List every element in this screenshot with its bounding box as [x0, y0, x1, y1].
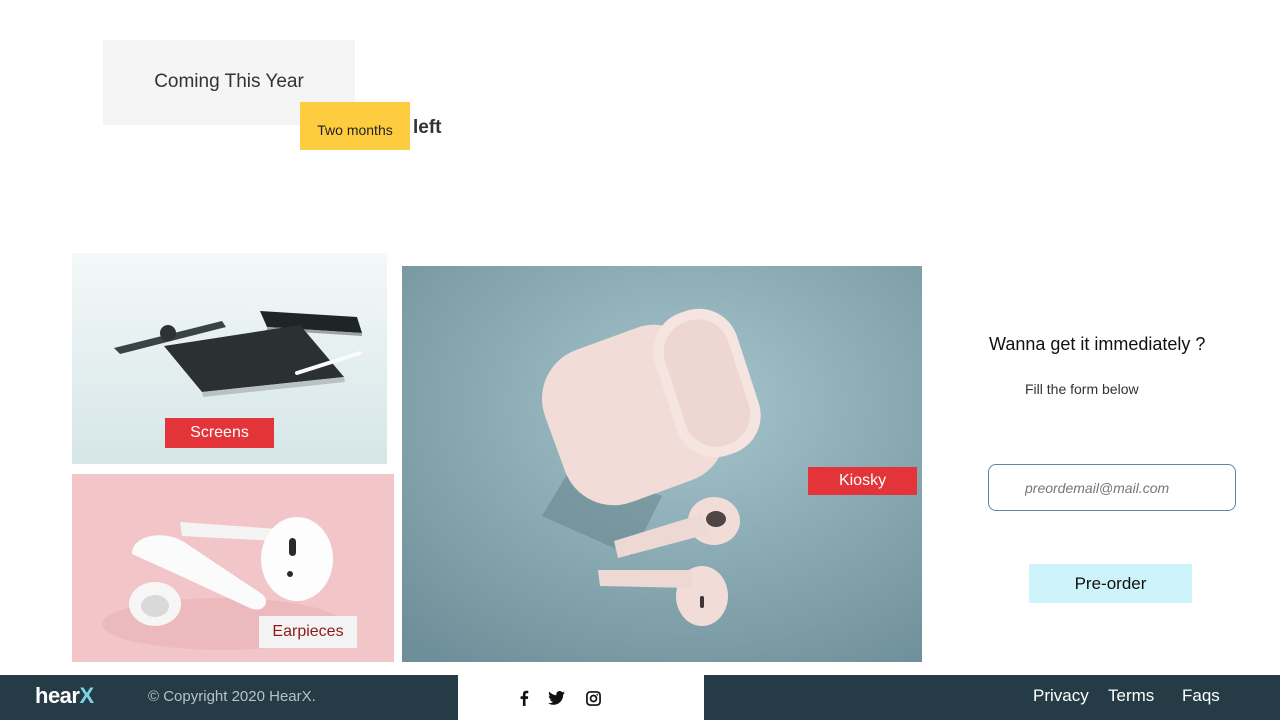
logo-main-text: hear — [35, 683, 80, 708]
terms-link[interactable]: Terms — [1108, 686, 1154, 706]
preorder-subtitle: Fill the form below — [1025, 381, 1139, 397]
facebook-icon[interactable] — [515, 689, 533, 707]
faqs-link[interactable]: Faqs — [1182, 686, 1220, 706]
copyright-text: © Copyright 2020 HearX. — [148, 688, 316, 705]
footer-social-section — [458, 675, 704, 720]
footer-brand-section: hearX © Copyright 2020 HearX. — [0, 675, 458, 720]
screens-product-tile[interactable]: Screens — [72, 253, 387, 464]
countdown-suffix: left — [413, 117, 442, 138]
preorder-button[interactable]: Pre-order — [1029, 564, 1192, 603]
twitter-icon[interactable] — [547, 689, 565, 707]
privacy-link[interactable]: Privacy — [1033, 686, 1089, 706]
earpieces-tag[interactable]: Earpieces — [259, 616, 357, 648]
hearx-logo[interactable]: hearX — [35, 683, 94, 709]
kiosky-product-tile[interactable]: Kiosky — [402, 266, 922, 662]
kiosky-tag[interactable]: Kiosky — [808, 467, 917, 495]
logo-accent-text: X — [79, 683, 94, 708]
coming-this-year-label: Coming This Year — [154, 71, 304, 92]
email-field[interactable] — [988, 464, 1236, 511]
footer: hearX © Copyright 2020 HearX. Privacy Te… — [0, 675, 1280, 720]
screens-tag[interactable]: Screens — [165, 418, 274, 448]
earpieces-product-tile[interactable]: Earpieces — [72, 474, 394, 662]
instagram-icon[interactable] — [584, 689, 602, 707]
kiosky-photo — [402, 266, 922, 662]
preorder-title: Wanna get it immediately ? — [989, 334, 1206, 354]
countdown-badge: Two months — [300, 102, 410, 150]
